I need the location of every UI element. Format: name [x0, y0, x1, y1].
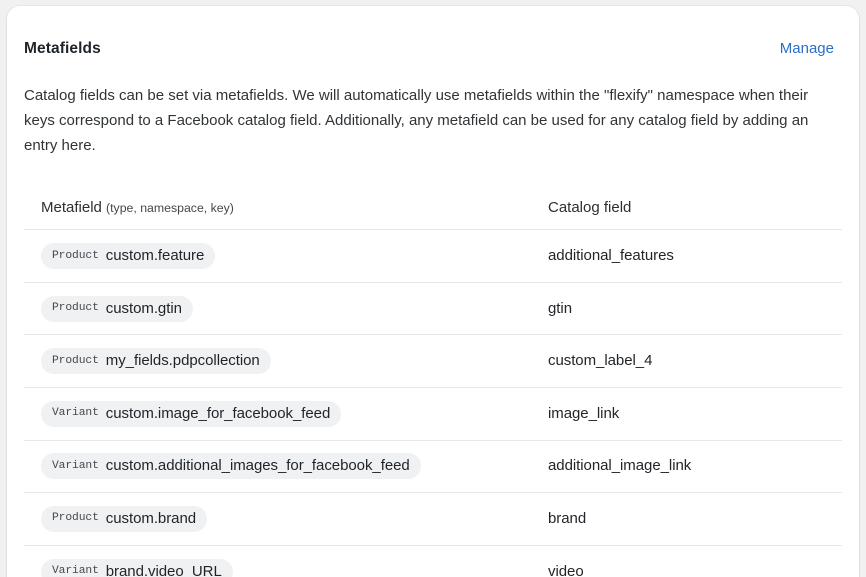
metafield-pill[interactable]: Product custom.feature [41, 243, 216, 270]
metafield-owner-type: Product [52, 249, 99, 262]
cell-metafield: Product my_fields.pdpcollection [24, 348, 548, 375]
card-header: Metafields Manage [7, 6, 859, 69]
table-row: Product custom.brand brand [24, 493, 842, 546]
cell-metafield: Variant custom.image_for_facebook_feed [24, 400, 548, 427]
cell-catalog-field: image_link [548, 405, 842, 423]
column-header-catalog-label: Catalog field [548, 199, 632, 217]
table-row: Product custom.gtin gtin [24, 283, 842, 336]
metafield-key: custom.feature [105, 247, 205, 265]
cell-metafield: Product custom.brand [24, 505, 548, 532]
cell-metafield: Product custom.feature [24, 243, 548, 270]
catalog-field-value: brand [548, 509, 587, 527]
table-row: Product my_fields.pdpcollection custom_lab… [24, 335, 842, 388]
cell-metafield: Product custom.gtin [24, 295, 548, 322]
table-row: Product custom.feature additional_features [24, 230, 842, 283]
catalog-field-value: additional_image_link [548, 457, 692, 475]
metafield-pill[interactable]: Product custom.brand [41, 505, 208, 532]
metafield-key: brand.video_URL [105, 562, 222, 577]
catalog-field-value: image_link [548, 404, 620, 422]
metafield-key: custom.gtin [105, 299, 182, 317]
metafield-owner-type: Product [52, 354, 99, 367]
table-body: Product custom.feature additional_features… [24, 230, 842, 577]
catalog-field-value: custom_label_4 [548, 352, 653, 370]
table-row: Variant custom.additional_images_for_face… [24, 441, 842, 494]
metafield-owner-type: Product [52, 302, 99, 315]
metafield-pill[interactable]: Variant custom.additional_images_for_face… [41, 453, 421, 480]
cell-metafield: Variant brand.video_URL [24, 558, 548, 577]
table-row: Variant custom.image_for_facebook_feed ima… [24, 388, 842, 441]
cell-catalog-field: custom_label_4 [548, 352, 842, 370]
cell-catalog-field: video [548, 563, 842, 577]
cell-metafield: Variant custom.additional_images_for_face… [24, 453, 548, 480]
catalog-field-value: gtin [548, 299, 572, 317]
column-header-metafield-label: Metafield (type, namespace, key) [41, 199, 234, 217]
metafield-pill[interactable]: Product custom.gtin [41, 295, 193, 322]
metafields-table: Metafield (type, namespace, key) Catalog… [7, 184, 859, 577]
catalog-field-value: video [548, 562, 584, 577]
metafield-key: custom.additional_images_for_facebook_fe… [105, 457, 410, 475]
metafield-pill[interactable]: Product my_fields.pdpcollection [41, 348, 271, 375]
metafield-key: custom.image_for_facebook_feed [105, 404, 331, 422]
card-description: Catalog fields can be set via metafields… [24, 87, 809, 155]
metafield-owner-type: Variant [52, 565, 99, 577]
metafield-pill[interactable]: Variant brand.video_URL [41, 558, 233, 577]
metafields-card: Metafields Manage Catalog fields can be … [7, 6, 859, 577]
metafield-owner-type: Product [52, 512, 99, 525]
cell-catalog-field: additional_features [548, 247, 842, 265]
metafield-key: custom.brand [105, 509, 197, 527]
page-background: Metafields Manage Catalog fields can be … [0, 0, 866, 577]
cell-catalog-field: gtin [548, 300, 842, 318]
table-row: Variant brand.video_URL video [24, 546, 842, 577]
metafield-key: my_fields.pdpcollection [105, 352, 260, 370]
column-header-metafield: Metafield (type, namespace, key) [24, 199, 548, 217]
metafield-owner-type: Variant [52, 407, 99, 420]
catalog-field-value: additional_features [548, 247, 674, 265]
manage-link[interactable]: Manage [780, 41, 834, 56]
metafield-owner-type: Variant [52, 459, 99, 472]
cell-catalog-field: brand [548, 510, 842, 528]
cell-catalog-field: additional_image_link [548, 457, 842, 475]
column-header-catalog: Catalog field [548, 199, 842, 217]
page-title: Metafields [24, 39, 101, 57]
metafield-pill[interactable]: Variant custom.image_for_facebook_feed [41, 400, 342, 427]
table-header-row: Metafield (type, namespace, key) Catalog… [24, 184, 842, 231]
